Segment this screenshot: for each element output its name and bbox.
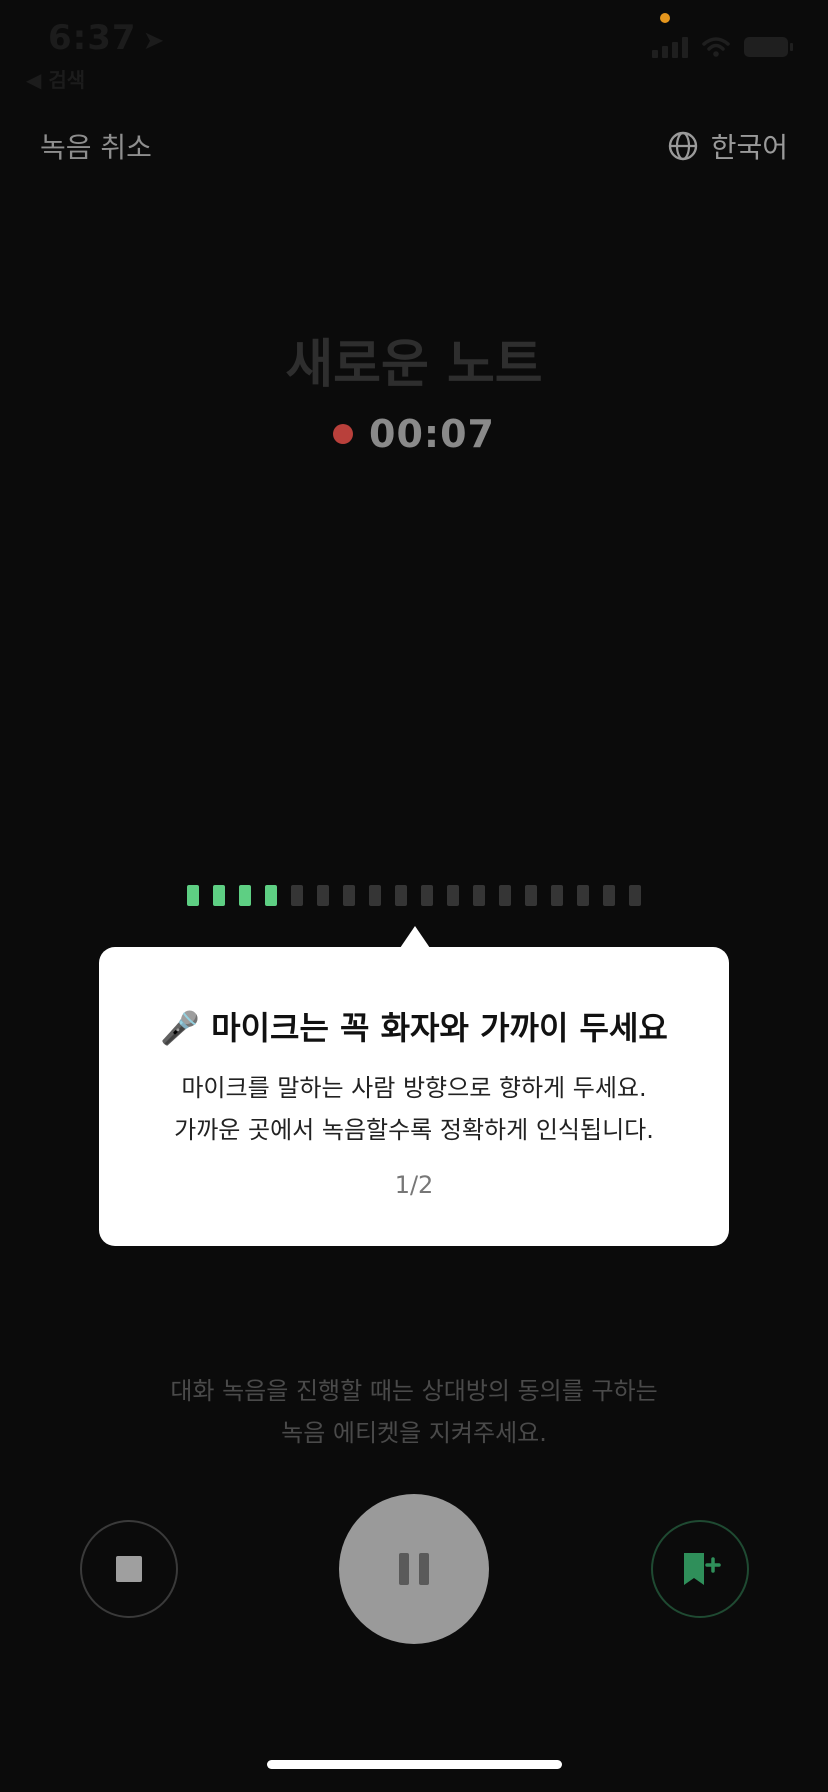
recording-screen: 6:37 ➤ ◀ 검색 녹음 취소 한국어 새로운 노트 00:07 🎤 마이크는… [0,0,828,1792]
stop-icon [116,1556,142,1582]
level-segment [421,885,433,906]
level-segment [499,885,511,906]
recording-timer: 00:07 [0,412,828,456]
level-segment [525,885,537,906]
bookmark-add-icon [684,1553,721,1585]
pause-icon-bar [419,1553,429,1585]
cellular-signal-icon [652,36,688,58]
tooltip-arrow [400,926,430,948]
add-bookmark-button[interactable] [651,1520,749,1618]
language-label: 한국어 [710,131,788,164]
recording-indicator-dot [333,424,354,444]
level-segment [343,885,355,906]
location-arrow-icon: ➤ [142,26,166,56]
level-segment-active [265,885,277,906]
mic-tip-tooltip[interactable]: 🎤 마이크는 꼭 화자와 가까이 두세요 마이크를 말하는 사람 방향으로 향하… [99,947,729,1246]
tooltip-title: 🎤 마이크는 꼭 화자와 가까이 두세요 [160,1009,668,1047]
level-segment [551,885,563,906]
recording-etiquette-notice: 대화 녹음을 진행할 때는 상대방의 동의를 구하는 녹음 에티켓을 지켜주세요… [0,1370,828,1454]
level-segment [317,885,329,906]
privacy-indicator-dot [660,13,670,23]
status-time: 6:37 ➤ [48,18,165,58]
language-selector[interactable]: 한국어 [667,126,788,166]
home-indicator[interactable] [267,1760,562,1769]
level-segment-active [239,885,251,906]
wifi-icon [702,37,730,57]
back-to-app-link[interactable]: ◀ 검색 [26,64,85,93]
level-segment [629,885,641,906]
level-segment [395,885,407,906]
timer-text: 00:07 [369,412,495,456]
battery-icon [744,37,793,57]
etiquette-line-2: 녹음 에티켓을 지켜주세요. [281,1419,547,1447]
tooltip-line-2: 가까운 곳에서 녹음할수록 정확하게 인식됩니다. [174,1116,654,1144]
globe-icon [668,131,697,161]
level-segment [577,885,589,906]
tooltip-line-1: 마이크를 말하는 사람 방향으로 향하게 두세요. [181,1074,647,1102]
etiquette-line-1: 대화 녹음을 진행할 때는 상대방의 동의를 구하는 [170,1377,658,1405]
tooltip-page-indicator: 1/2 [394,1171,434,1199]
level-segment [291,885,303,906]
pause-button[interactable] [339,1494,489,1644]
note-title: 새로운 노트 [285,335,543,395]
audio-level-meter [187,885,641,906]
stop-button[interactable] [80,1520,178,1618]
level-segment [447,885,459,906]
cancel-recording-button[interactable]: 녹음 취소 [40,126,152,166]
level-segment-active [187,885,199,906]
status-time-text: 6:37 [48,18,137,58]
tooltip-body: 마이크를 말하는 사람 방향으로 향하게 두세요. 가까운 곳에서 녹음할수록 … [99,1067,729,1151]
status-icons [652,36,793,58]
level-segment-active [213,885,225,906]
level-segment [603,885,615,906]
pause-icon [399,1553,409,1585]
level-segment [473,885,485,906]
level-segment [369,885,381,906]
